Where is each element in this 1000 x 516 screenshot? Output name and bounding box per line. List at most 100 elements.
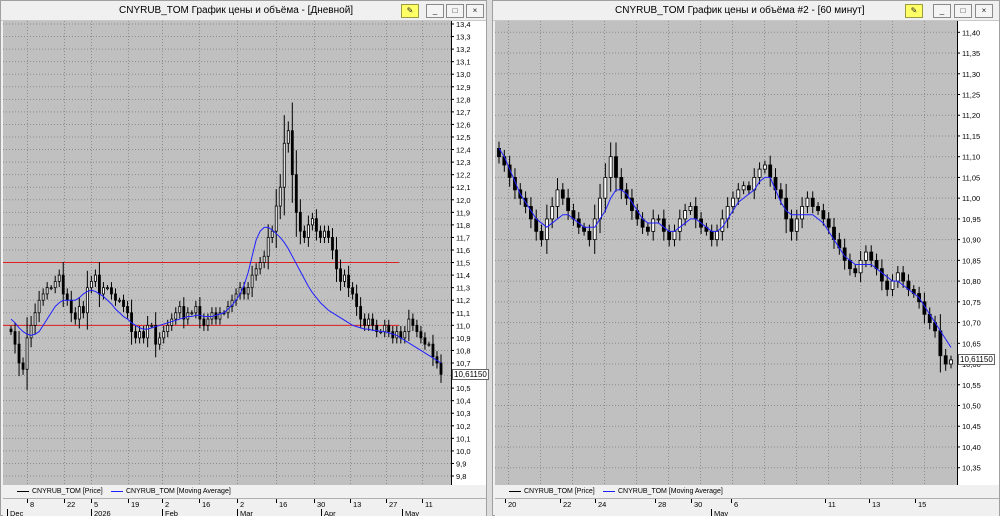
price-tick-label: 11,5 <box>456 259 470 268</box>
candle-body <box>302 230 306 238</box>
time-tick-label: 5 <box>94 500 98 509</box>
candle-body <box>335 249 338 270</box>
candle-body <box>89 280 93 289</box>
legend-ma: CNYRUB_TOM [Moving Average] <box>603 485 723 498</box>
candle-body <box>319 230 322 238</box>
price-tick-label: 10,7 <box>456 359 471 368</box>
price-tick-label: 12,2 <box>456 171 471 180</box>
candle-body <box>138 331 141 339</box>
window-titlebar[interactable]: CNYRUB_TOM График цены и объёма - [Дневн… <box>1 1 486 21</box>
price-tick-label: 10,0 <box>456 447 471 456</box>
candle-body <box>566 197 571 212</box>
price-tick-label: 12,7 <box>456 108 471 117</box>
price-tick-label: 11,25 <box>962 90 980 99</box>
close-button[interactable]: × <box>975 4 993 18</box>
candle-body <box>794 218 799 232</box>
time-axis-labels: 20 22 24 28 30 6 11 13 15 May <box>505 499 926 516</box>
price-tick-label: 12,3 <box>456 158 471 167</box>
candle-body <box>415 324 419 333</box>
maximize-button[interactable]: □ <box>954 4 972 18</box>
daily-candlestick-chart[interactable]: 13,4 13,3 13,2 13,1 13,0 12,9 12,8 12,7 12,6 12,5… <box>3 21 486 485</box>
price-tick-label: 12,4 <box>456 146 471 155</box>
time-tick-label: 28 <box>658 500 666 509</box>
candle-body <box>110 287 113 295</box>
candle-body <box>661 218 666 232</box>
time-period-label: Mar <box>240 509 253 516</box>
price-tick-label: 11,4 <box>456 271 470 280</box>
candle-body <box>114 293 117 301</box>
candle-body <box>49 287 53 290</box>
candle-body <box>45 287 49 295</box>
candle-body <box>715 230 719 241</box>
price-chart-area[interactable]: 11,40 11,35 11,30 11,25 11,20 11,15 11,10 11,05… <box>495 21 999 485</box>
candle-body <box>693 206 698 220</box>
price-tick-label: 11,10 <box>962 153 980 162</box>
candle-body <box>323 230 326 238</box>
time-tick-label: 2 <box>165 500 169 509</box>
candle-body <box>895 272 900 282</box>
candle-body <box>869 251 874 261</box>
candle-body <box>534 218 539 232</box>
price-tick-label: 11,30 <box>962 70 980 79</box>
candle-body <box>122 299 125 307</box>
candle-body <box>347 274 350 289</box>
candle-body <box>598 197 602 220</box>
candle-body <box>254 268 258 276</box>
candle-body <box>816 206 820 212</box>
candle-body <box>146 324 150 339</box>
price-tick-label: 11,8 <box>456 221 470 230</box>
price-tick-label: 11,00 <box>962 194 980 203</box>
time-tick-label: 30 <box>317 500 325 509</box>
price-tick-label: 11,7 <box>456 233 470 242</box>
candle-body <box>53 280 57 289</box>
candle-body <box>33 312 37 326</box>
price-chart-area[interactable]: 13,4 13,3 13,2 13,1 13,0 12,9 12,8 12,7 12,6 12,5… <box>3 21 486 485</box>
legend-price: CNYRUB_TOM [Price] <box>17 485 103 498</box>
chart-window-daily[interactable]: CNYRUB_TOM График цены и объёма - [Дневн… <box>0 0 489 516</box>
time-tick-label: 15 <box>918 500 926 509</box>
candle-body <box>603 177 608 199</box>
maximize-button[interactable]: □ <box>446 4 464 18</box>
candle-body <box>608 156 613 178</box>
price-tick-label: 10,4 <box>456 397 471 406</box>
price-tick-label: 12,5 <box>456 133 471 142</box>
candle-body <box>555 189 560 207</box>
price-tick-label: 10,95 <box>962 215 981 224</box>
candle-body <box>614 156 618 178</box>
minimize-button[interactable]: _ <box>933 4 951 18</box>
price-tick-label: 12,0 <box>456 196 471 205</box>
legend-ma: CNYRUB_TOM [Moving Average] <box>111 485 231 498</box>
time-tick-label: 8 <box>30 500 34 509</box>
price-tick-label: 11,35 <box>962 49 980 58</box>
candle-body <box>890 280 895 290</box>
pin-icon[interactable]: ✎ <box>905 4 923 18</box>
candle-body <box>901 272 906 282</box>
window-titlebar[interactable]: CNYRUB_TOM График цены и объёма #2 - [60… <box>493 1 999 21</box>
candle-body <box>29 324 33 339</box>
candle-body <box>550 206 555 220</box>
hourly-candlestick-chart[interactable]: 11,40 11,35 11,30 11,25 11,20 11,15 11,10 11,05… <box>495 21 999 485</box>
price-tick-label: 11,0 <box>456 321 470 330</box>
candle-body <box>294 174 298 213</box>
legend-price: CNYRUB_TOM [Price] <box>509 485 595 498</box>
price-tick-label: 10,9 <box>456 334 471 343</box>
candle-body <box>21 362 25 370</box>
candle-body <box>351 287 354 295</box>
time-period-label: Dec <box>10 509 24 516</box>
minimize-button[interactable]: _ <box>426 4 444 18</box>
time-tick-label: 11 <box>425 500 433 509</box>
chart-legend: CNYRUB_TOM [Price] CNYRUB_TOM [Moving Av… <box>495 485 999 498</box>
candle-body <box>423 337 427 345</box>
price-tick-label: 12,6 <box>456 120 471 129</box>
close-button[interactable]: × <box>466 4 484 18</box>
price-tick-label: 13,3 <box>456 33 471 42</box>
price-tick-label: 10,5 <box>456 384 471 393</box>
candle-body <box>65 293 69 301</box>
candle-body <box>879 268 884 282</box>
candle-body <box>246 287 250 295</box>
chart-window-hourly[interactable]: CNYRUB_TOM График цены и объёма #2 - [60… <box>492 0 1000 516</box>
candle-body <box>77 306 81 320</box>
pin-icon[interactable]: ✎ <box>401 4 419 18</box>
price-tick-label: 11,05 <box>962 173 980 182</box>
price-tick-label: 12,9 <box>456 83 471 92</box>
